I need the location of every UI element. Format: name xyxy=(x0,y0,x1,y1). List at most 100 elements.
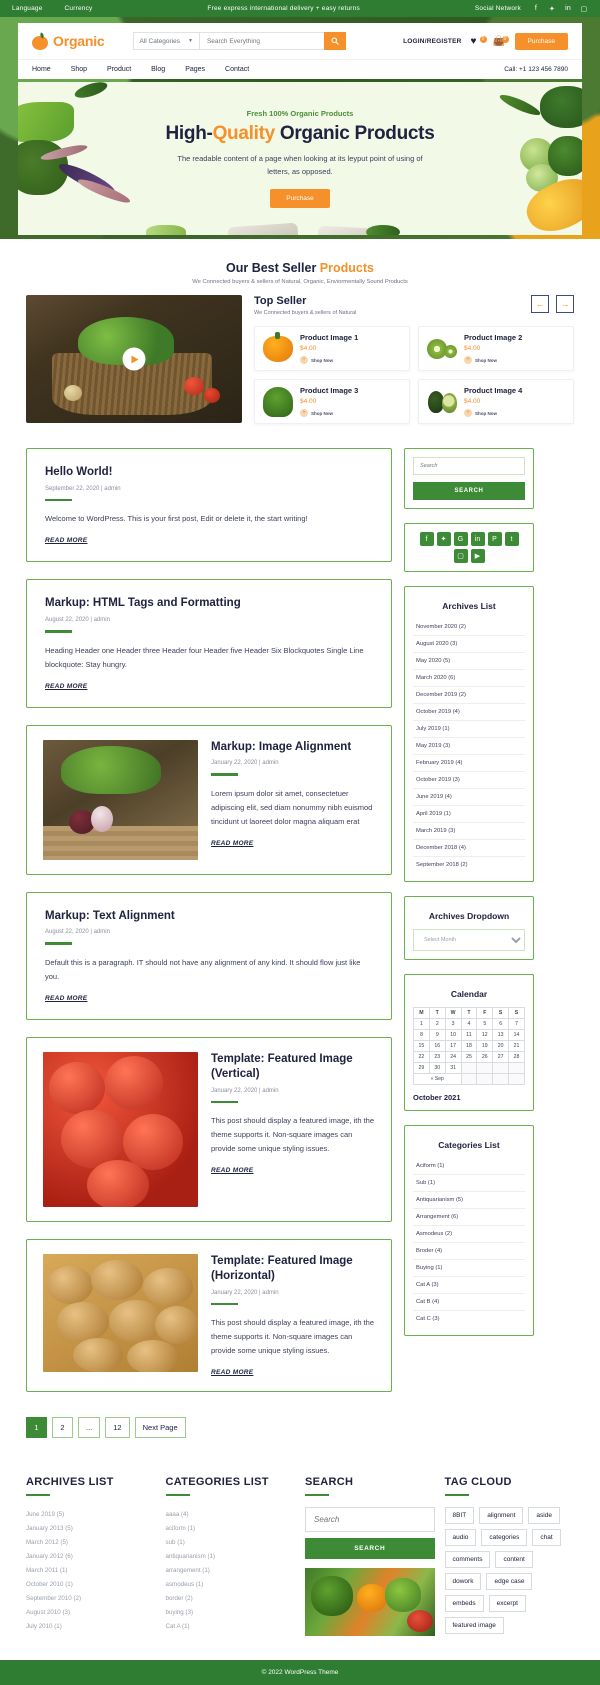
carousel-next-button[interactable]: → xyxy=(556,295,574,313)
list-item[interactable]: July 2019 (1) xyxy=(413,721,525,738)
list-item[interactable]: July 2010 (1) xyxy=(26,1619,156,1633)
calendar-cell[interactable]: 2 xyxy=(428,1018,446,1030)
pagination-page-1[interactable]: 1 xyxy=(26,1416,47,1438)
list-item[interactable]: border (2) xyxy=(166,1591,296,1605)
list-item[interactable]: sub (1) xyxy=(166,1535,296,1549)
linkedin-icon[interactable]: in xyxy=(470,532,485,546)
calendar-cell[interactable]: 24 xyxy=(444,1051,462,1063)
list-item[interactable]: buying (3) xyxy=(166,1605,296,1619)
list-item[interactable]: September 2010 (2) xyxy=(26,1591,156,1605)
product-card[interactable]: Product Image 1 $4.00 + Shop Now xyxy=(254,326,410,371)
calendar-cell[interactable]: 28 xyxy=(508,1051,525,1063)
list-item[interactable]: December 2019 (2) xyxy=(413,687,525,704)
post-title[interactable]: Template: Featured Image (Vertical) xyxy=(211,1052,375,1082)
list-item[interactable]: May 2019 (3) xyxy=(413,738,525,755)
pagination-page-2[interactable]: 2 xyxy=(52,1416,73,1438)
footer-search-input[interactable] xyxy=(305,1507,435,1533)
calendar-cell[interactable]: 25 xyxy=(460,1051,478,1063)
calendar-cell[interactable]: 3 xyxy=(444,1018,462,1030)
list-item[interactable]: asmodeus (1) xyxy=(166,1577,296,1591)
calendar-cell[interactable]: 8 xyxy=(413,1029,430,1041)
pinterest-icon[interactable]: P xyxy=(487,532,502,546)
linkedin-icon[interactable]: in xyxy=(564,5,572,13)
search-button[interactable] xyxy=(323,32,346,50)
shop-now-link[interactable]: + Shop Now xyxy=(464,409,522,417)
archives-dropdown-select[interactable]: Select Month xyxy=(413,929,525,951)
post-title[interactable]: Markup: Image Alignment xyxy=(211,740,375,755)
list-item[interactable]: Cat A (3) xyxy=(413,1277,525,1294)
carousel-prev-button[interactable]: ← xyxy=(531,295,549,313)
footer-search-button[interactable]: SEARCH xyxy=(305,1538,435,1560)
pagination-page-12[interactable]: 12 xyxy=(105,1416,130,1438)
calendar-cell[interactable]: 22 xyxy=(413,1051,430,1063)
calendar-cell[interactable]: 9 xyxy=(428,1029,446,1041)
category-select[interactable]: All Categories ▼ xyxy=(132,32,199,50)
list-item[interactable]: Buying (1) xyxy=(413,1260,525,1277)
tag-item[interactable]: categories xyxy=(481,1529,528,1547)
tag-item[interactable]: excerpt xyxy=(488,1595,526,1613)
read-more-link[interactable]: READ MORE xyxy=(211,1369,253,1376)
read-more-link[interactable]: READ MORE xyxy=(45,995,87,1002)
list-item[interactable]: Sub (1) xyxy=(413,1175,525,1192)
list-item[interactable]: Asmodeus (2) xyxy=(413,1226,525,1243)
list-item[interactable]: Cat B (4) xyxy=(413,1294,525,1311)
post-title[interactable]: Markup: HTML Tags and Formatting xyxy=(45,596,373,611)
language-selector[interactable]: Language xyxy=(12,5,43,12)
calendar-cell[interactable]: 16 xyxy=(428,1040,446,1052)
list-item[interactable]: November 2020 (2) xyxy=(413,619,525,636)
calendar-cell[interactable]: 4 xyxy=(460,1018,478,1030)
wishlist-button[interactable]: ♥ 0 xyxy=(471,35,487,48)
list-item[interactable]: March 2011 (1) xyxy=(26,1563,156,1577)
calendar-cell[interactable]: 6 xyxy=(492,1018,510,1030)
play-button[interactable] xyxy=(122,347,146,371)
calendar-cell[interactable]: 30 xyxy=(428,1062,446,1074)
calendar-cell[interactable]: 5 xyxy=(476,1018,494,1030)
nav-item-contact[interactable]: Contact xyxy=(225,66,249,73)
tag-item[interactable]: alignment xyxy=(479,1507,524,1525)
nav-item-shop[interactable]: Shop xyxy=(71,66,87,73)
list-item[interactable]: June 2019 (4) xyxy=(413,789,525,806)
calendar-cell[interactable]: 1 xyxy=(413,1018,430,1030)
read-more-link[interactable]: READ MORE xyxy=(45,683,87,690)
list-item[interactable]: April 2019 (1) xyxy=(413,806,525,823)
list-item[interactable]: Antiquarianism (5) xyxy=(413,1192,525,1209)
nav-item-product[interactable]: Product xyxy=(107,66,131,73)
hero-purchase-button[interactable]: Purchase xyxy=(270,189,330,209)
post-thumbnail[interactable] xyxy=(43,1051,198,1207)
nav-item-pages[interactable]: Pages xyxy=(185,66,205,73)
list-item[interactable]: Broder (4) xyxy=(413,1243,525,1260)
calendar-cell[interactable]: 11 xyxy=(460,1029,478,1041)
calendar-cell[interactable]: 13 xyxy=(492,1029,510,1041)
calendar-prev-link[interactable]: « Sep xyxy=(413,1073,462,1085)
facebook-icon[interactable]: f xyxy=(532,5,540,13)
tag-item[interactable]: content xyxy=(495,1551,533,1569)
list-item[interactable]: antiquarianism (1) xyxy=(166,1549,296,1563)
instagram-icon[interactable]: ▢ xyxy=(453,549,468,563)
list-item[interactable]: June 2019 (5) xyxy=(26,1507,156,1521)
shop-now-link[interactable]: + Shop Now xyxy=(300,409,358,417)
twitter-icon[interactable]: ✦ xyxy=(436,532,451,546)
tag-item[interactable]: edge case xyxy=(486,1573,533,1591)
list-item[interactable]: October 2019 (3) xyxy=(413,772,525,789)
calendar-cell[interactable]: 23 xyxy=(428,1051,446,1063)
site-logo[interactable]: Organic xyxy=(32,32,105,50)
calendar-cell[interactable]: 29 xyxy=(413,1062,430,1074)
sidebar-search-button[interactable]: SEARCH xyxy=(413,482,525,500)
facebook-icon[interactable]: f xyxy=(419,532,434,546)
tumblr-icon[interactable]: t xyxy=(504,532,519,546)
tag-item[interactable]: comments xyxy=(444,1551,491,1569)
list-item[interactable]: August 2010 (3) xyxy=(26,1605,156,1619)
post-thumbnail[interactable] xyxy=(43,1253,198,1372)
calendar-cell[interactable]: 15 xyxy=(413,1040,430,1052)
list-item[interactable]: August 2020 (3) xyxy=(413,636,525,653)
calendar-cell[interactable]: 26 xyxy=(476,1051,494,1063)
list-item[interactable]: December 2018 (4) xyxy=(413,840,525,857)
list-item[interactable]: October 2019 (4) xyxy=(413,704,525,721)
tag-item[interactable]: 8BIT xyxy=(444,1507,475,1525)
currency-selector[interactable]: Currency xyxy=(65,5,93,12)
read-more-link[interactable]: READ MORE xyxy=(211,1167,253,1174)
nav-item-home[interactable]: Home xyxy=(32,66,51,73)
list-item[interactable]: Cat C (3) xyxy=(413,1311,525,1327)
product-card[interactable]: Product Image 3 $4.00 + Shop Now xyxy=(254,379,410,424)
calendar-cell[interactable]: 10 xyxy=(444,1029,462,1041)
